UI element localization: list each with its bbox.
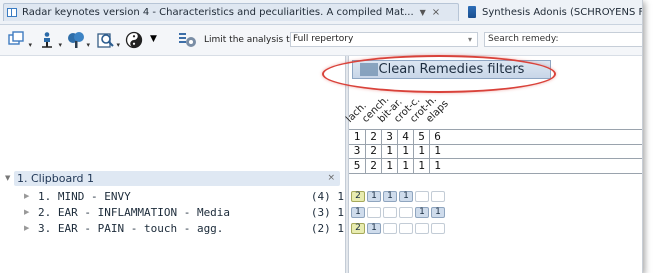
tree-icon[interactable]: ▾ — [66, 31, 90, 49]
grade-cell[interactable] — [399, 223, 413, 234]
pin-person-icon[interactable]: ▾ — [38, 31, 62, 49]
dropdown-arrow-icon[interactable]: ▼ — [150, 34, 168, 52]
limit-view-icon — [178, 31, 196, 49]
grade-cell[interactable]: 1 — [399, 191, 413, 202]
tab-synthesis-adonis[interactable]: Synthesis Adonis (SCHROYENS F. ) — [468, 3, 643, 21]
tab-bar: Radar keynotes version 4 - Characteristi… — [0, 0, 643, 25]
rubric-row[interactable]: ▶ 1. MIND - ENVY (4) 1 — [24, 189, 344, 204]
dropdown-caret-icon[interactable]: ▾ — [28, 41, 32, 49]
window-split-icon[interactable]: ▾ — [8, 31, 32, 49]
grade-cell[interactable] — [399, 207, 413, 218]
grade-cell[interactable] — [431, 223, 445, 234]
search-remedy-input[interactable]: Search remedy: — [484, 32, 643, 47]
rubric-row[interactable]: ▶ 3. EAR - PAIN - touch - agg. (2) 1 — [24, 221, 344, 236]
tab-radar-keynotes[interactable]: Radar keynotes version 4 - Characteristi… — [3, 3, 459, 21]
expand-arrow-icon[interactable]: ▶ — [24, 189, 29, 204]
grid-cell: 1 — [429, 159, 445, 173]
grid-cell: 2 — [365, 144, 381, 158]
grade-cell[interactable]: 1 — [367, 223, 381, 234]
grid-row: 5 2 1 1 1 1 — [349, 159, 643, 174]
analysis-pane: Clean Remedies filters lach. cench. bit-… — [344, 56, 643, 273]
grade-cell[interactable]: 1 — [431, 207, 445, 218]
grid-cell: 2 — [365, 130, 381, 144]
grid-cell: 1 — [397, 144, 413, 158]
grade-cell[interactable] — [383, 207, 397, 218]
grade-cell[interactable] — [367, 207, 381, 218]
grid-cell: 3 — [381, 130, 397, 144]
tab-dropdown-icon[interactable]: ▼ — [420, 8, 426, 17]
collapse-arrow-icon[interactable]: ▼ — [5, 171, 10, 186]
grid-cell: 3 — [353, 144, 361, 157]
grid-row: 1 2 3 4 5 6 — [349, 129, 643, 145]
grid-cell: 4 — [397, 130, 413, 144]
rubric-name: 2. EAR - INFLAMMATION - Media — [38, 206, 231, 219]
grade-cell[interactable]: 1 — [415, 207, 429, 218]
grid-row: 3 2 1 1 1 1 — [349, 144, 643, 159]
rubric-row[interactable]: ▶ 2. EAR - INFLAMMATION - Media (3) 1 — [24, 205, 344, 220]
grade-cell[interactable]: 1 — [351, 207, 365, 218]
grid-cell: 1 — [413, 159, 429, 173]
grid-cell: 5 — [353, 159, 361, 172]
rubric-name: 3. EAR - PAIN - touch - agg. — [38, 222, 224, 235]
clean-button-label: Clean Remedies filters — [378, 62, 525, 77]
grid-cell: 1 — [397, 159, 413, 173]
clipboard-header[interactable]: ▼ 1. Clipboard 1 × — [5, 171, 340, 186]
grid-cell: 6 — [429, 130, 445, 144]
yin-yang-icon[interactable] — [125, 31, 143, 49]
rubric-count: (3) 1 — [310, 206, 344, 219]
grade-cell[interactable] — [431, 191, 445, 202]
grade-cell[interactable]: 2 — [351, 191, 365, 202]
app-window: Radar keynotes version 4 - Characteristi… — [0, 0, 643, 273]
grade-cell[interactable]: 1 — [367, 191, 381, 202]
clean-remedies-filters-button[interactable]: Clean Remedies filters — [352, 60, 551, 79]
grid-cell: 1 — [381, 144, 397, 158]
grade-cell[interactable]: 2 — [351, 223, 365, 234]
clipboard-pane: ▼ 1. Clipboard 1 × ▶ 1. MIND - ENVY (4) … — [0, 56, 345, 273]
book-icon — [468, 6, 476, 18]
view-select-value: Full repertory — [293, 34, 354, 44]
expand-arrow-icon[interactable]: ▶ — [24, 221, 29, 236]
document-tab-icon — [7, 8, 17, 17]
repertory-search-icon[interactable]: ▾ — [96, 31, 120, 49]
tab-label: Synthesis Adonis (SCHROYENS F. ) — [482, 6, 643, 18]
grid-cell: 2 — [365, 159, 381, 173]
grid-cell: 1 — [429, 144, 445, 158]
view-select[interactable]: Full repertory ▾ — [290, 32, 478, 47]
toolbar: ▾ ▾ ▾ ▾ ▼ Limit the analysis to a view: … — [0, 25, 643, 56]
dropdown-caret-icon[interactable]: ▾ — [116, 41, 120, 49]
chevron-down-icon: ▾ — [467, 35, 472, 44]
clipboard-title: 1. Clipboard 1 — [17, 172, 95, 185]
dropdown-caret-icon[interactable]: ▾ — [58, 41, 62, 49]
close-icon[interactable]: × — [327, 171, 335, 186]
button-highlight — [360, 63, 378, 76]
grid-cell: 1 — [413, 144, 429, 158]
grid-cell: 1 — [353, 130, 361, 143]
tab-label: Radar keynotes version 4 - Characteristi… — [22, 7, 414, 18]
grade-cell[interactable]: 1 — [383, 191, 397, 202]
grade-cell[interactable] — [415, 223, 429, 234]
rubric-count: (2) 1 — [310, 222, 344, 235]
grid-cell: 1 — [381, 159, 397, 173]
expand-arrow-icon[interactable]: ▶ — [24, 205, 29, 220]
rubric-count: (4) 1 — [310, 190, 344, 203]
dropdown-caret-icon[interactable]: ▾ — [86, 41, 90, 49]
tab-close-icon[interactable]: × — [432, 7, 440, 18]
grade-cell[interactable] — [415, 191, 429, 202]
grade-cell[interactable] — [383, 223, 397, 234]
grid-cell: 5 — [413, 130, 429, 144]
rubric-name: 1. MIND - ENVY — [38, 190, 131, 203]
